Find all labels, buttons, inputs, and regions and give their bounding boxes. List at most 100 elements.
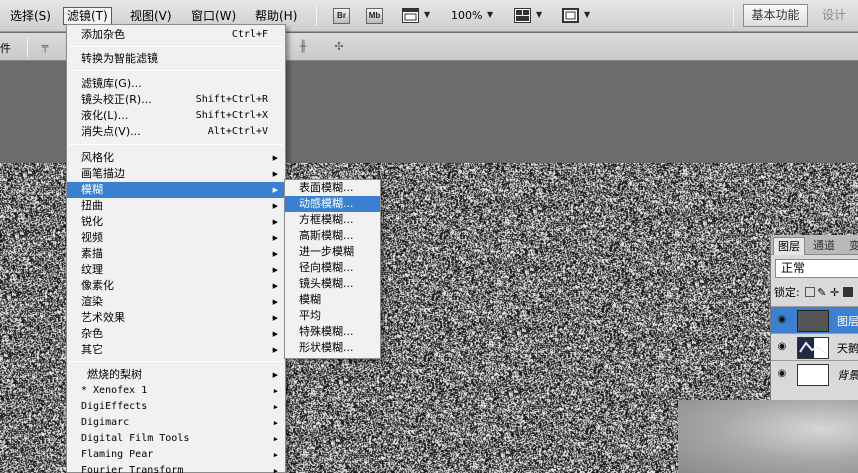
align-horizontal-icon[interactable]: ╫ (296, 40, 310, 54)
submenu-item-average[interactable]: 平均 (285, 308, 380, 324)
chevron-down-icon[interactable]: ▼ (487, 10, 493, 19)
layer-row[interactable]: ◉ 天鹅 (771, 333, 858, 360)
menu-item-label: 风格化 (81, 151, 114, 164)
menu-item-add-noise[interactable]: 添加杂色 Ctrl+F (67, 27, 285, 43)
lock-label: 锁定: (774, 286, 800, 299)
lock-transparent-icon[interactable] (805, 287, 816, 297)
menu-select[interactable]: 选择(S) (7, 7, 54, 25)
chevron-right-icon: ▶ (272, 154, 278, 162)
menu-item-label: 画笔描边 (81, 167, 125, 180)
menu-item-label: 镜头校正(R)... (81, 93, 152, 106)
eye-icon[interactable]: ◉ (775, 314, 789, 326)
workspace-essentials-button[interactable]: 基本功能 (743, 4, 808, 27)
chevron-right-icon: ▶ (272, 250, 278, 258)
menu-item-label: 燃烧的梨树 (87, 368, 142, 381)
layer-name: 背景 (837, 369, 858, 382)
align-top-icon[interactable]: ╤ (38, 40, 52, 54)
menu-item-label: 添加杂色 (81, 28, 125, 41)
menu-item-brush-strokes[interactable]: 画笔描边 ▶ (67, 166, 285, 182)
menu-item-distort[interactable]: 扭曲 ▶ (67, 198, 285, 214)
menu-item-lens-correction[interactable]: 镜头校正(R)... Shift+Ctrl+R (67, 92, 285, 108)
menu-item-plugin[interactable]: * Xenofex 1 ▶ (67, 383, 285, 399)
submenu-item-smart-blur[interactable]: 特殊模糊... (285, 324, 380, 340)
menu-item-artistic[interactable]: 艺术效果 ▶ (67, 310, 285, 326)
menu-item-label: Digimarc (81, 417, 130, 428)
bridge-button[interactable]: Br (333, 8, 350, 24)
lock-row: 锁定: ✎ ✛ (774, 286, 853, 300)
lock-move-icon[interactable]: ✛ (830, 286, 839, 299)
menu-item-label: 模糊 (81, 183, 103, 196)
menu-item-convert-smart-filter[interactable]: 转换为智能滤镜 (67, 51, 285, 67)
workspace-design-button[interactable]: 设计 (822, 4, 846, 27)
menu-view[interactable]: 视图(V) (127, 7, 175, 25)
menu-item-label: 液化(L)... (81, 109, 129, 122)
tab-layers[interactable]: 图层 (773, 237, 805, 255)
submenu-item-motion-blur[interactable]: 动感模糊... (285, 196, 380, 212)
menu-filter[interactable]: 滤镜(T) (63, 7, 112, 25)
chevron-right-icon: ▶ (272, 298, 278, 306)
layer-row[interactable]: ◉ 背景 (771, 360, 858, 387)
view-extras-icon[interactable] (402, 8, 419, 23)
arrange-documents-icon[interactable] (514, 8, 531, 23)
blur-submenu: 表面模糊... 动感模糊... 方框模糊... 高斯模糊... 进一步模糊 径向… (284, 179, 381, 359)
menu-item-label: 像素化 (81, 279, 114, 292)
submenu-item-surface-blur[interactable]: 表面模糊... (285, 180, 380, 196)
menu-item-render[interactable]: 渲染 ▶ (67, 294, 285, 310)
menu-item-plugin[interactable]: Flaming Pear ▶ (67, 447, 285, 463)
menu-item-plugin[interactable]: Digital Film Tools ▶ (67, 431, 285, 447)
menu-window[interactable]: 窗口(W) (188, 7, 239, 25)
menu-item-other[interactable]: 其它 ▶ (67, 342, 285, 358)
menu-item-sketch[interactable]: 素描 ▶ (67, 246, 285, 262)
menu-item-plugin[interactable]: 燃烧的梨树 ▶ (67, 367, 285, 383)
layer-name: 图层 (837, 315, 858, 328)
menu-item-plugin[interactable]: Digimarc ▶ (67, 415, 285, 431)
layer-row[interactable]: ◉ 图层 (771, 306, 858, 333)
tab-channels[interactable]: 通道 (809, 237, 839, 255)
auto-align-icon[interactable]: ✣ (332, 40, 346, 54)
tab-paths[interactable]: 变 (845, 237, 858, 255)
menu-help[interactable]: 帮助(H) (252, 7, 300, 25)
menu-item-plugin[interactable]: DigiEffects ▶ (67, 399, 285, 415)
menu-item-label: * Xenofex 1 (81, 385, 148, 396)
menu-item-noise[interactable]: 杂色 ▶ (67, 326, 285, 342)
filter-menu: 添加杂色 Ctrl+F 转换为智能滤镜 滤镜库(G)... 镜头校正(R)... S… (66, 24, 286, 473)
menu-item-label: 素描 (81, 247, 103, 260)
submenu-item-shape-blur[interactable]: 形状模糊... (285, 340, 380, 356)
menu-item-vanishing-point[interactable]: 消失点(V)... Alt+Ctrl+V (67, 124, 285, 140)
submenu-item-box-blur[interactable]: 方框模糊... (285, 212, 380, 228)
lock-brush-icon[interactable]: ✎ (817, 286, 826, 299)
mini-bridge-button[interactable]: Mb (366, 8, 383, 24)
chevron-down-icon[interactable]: ▼ (424, 10, 430, 19)
layer-thumbnail (797, 310, 829, 332)
menu-item-plugin[interactable]: Fourier Transform ▶ (67, 463, 285, 473)
menu-item-blur[interactable]: 模糊 ▶ (67, 182, 285, 198)
lock-all-icon[interactable] (842, 287, 853, 297)
menu-item-label: Flaming Pear (81, 449, 154, 460)
menu-separator (69, 361, 283, 362)
menu-item-texture[interactable]: 纹理 ▶ (67, 262, 285, 278)
menu-item-liquify[interactable]: 液化(L)... Shift+Ctrl+X (67, 108, 285, 124)
chevron-down-icon[interactable]: ▼ (536, 10, 542, 19)
submenu-item-gaussian-blur[interactable]: 高斯模糊... (285, 228, 380, 244)
chevron-right-icon: ▶ (273, 451, 278, 459)
blend-mode-select[interactable]: 正常 (775, 259, 858, 278)
zoom-level[interactable]: 100% (451, 8, 482, 24)
menu-item-stylize[interactable]: 风格化 ▶ (67, 150, 285, 166)
menu-item-sharpen[interactable]: 锐化 ▶ (67, 214, 285, 230)
eye-icon[interactable]: ◉ (775, 368, 789, 380)
submenu-item-blur-more[interactable]: 进一步模糊 (285, 244, 380, 260)
chevron-right-icon: ▶ (272, 330, 278, 338)
menu-item-video[interactable]: 视频 ▶ (67, 230, 285, 246)
submenu-item-lens-blur[interactable]: 镜头模糊... (285, 276, 380, 292)
eye-icon[interactable]: ◉ (775, 341, 789, 353)
layer-name: 天鹅 (837, 342, 858, 355)
separator (733, 6, 734, 26)
menu-item-filter-gallery[interactable]: 滤镜库(G)... (67, 76, 285, 92)
menu-item-pixelate[interactable]: 像素化 ▶ (67, 278, 285, 294)
menu-separator (69, 70, 283, 71)
submenu-item-blur[interactable]: 模糊 (285, 292, 380, 308)
screen-mode-icon[interactable] (562, 8, 579, 23)
chevron-down-icon[interactable]: ▼ (584, 10, 590, 19)
submenu-item-radial-blur[interactable]: 径向模糊... (285, 260, 380, 276)
chevron-right-icon: ▶ (272, 266, 278, 274)
